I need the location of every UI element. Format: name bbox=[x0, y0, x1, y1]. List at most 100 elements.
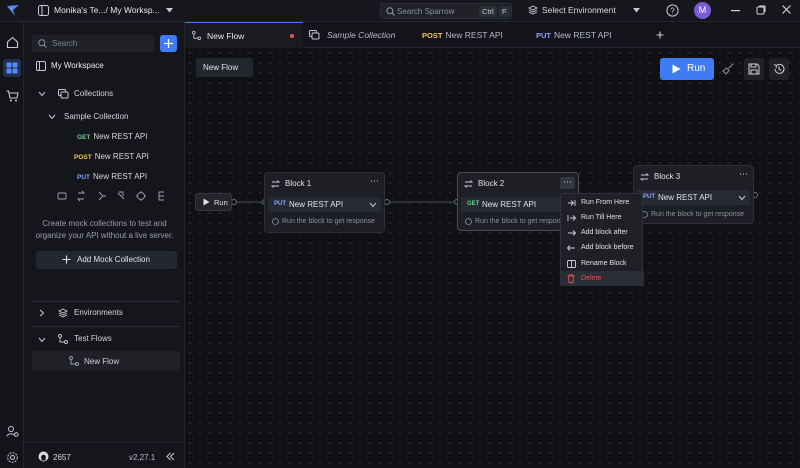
method-badge: POST bbox=[74, 154, 92, 161]
add-button[interactable] bbox=[160, 35, 177, 52]
sidebar: Search My Workspace Collections Sample C… bbox=[24, 22, 185, 468]
block-hint: Run the block to get response bbox=[282, 218, 376, 225]
tab-label: New REST API bbox=[554, 30, 612, 40]
request-item[interactable]: POST New REST API bbox=[74, 152, 149, 161]
chevron-down-icon bbox=[369, 202, 377, 208]
github-icon[interactable] bbox=[38, 451, 49, 462]
plus-icon bbox=[62, 255, 71, 264]
help-icon[interactable]: ? bbox=[666, 4, 679, 17]
maximize-icon[interactable] bbox=[756, 5, 766, 15]
home-icon[interactable] bbox=[3, 33, 21, 51]
collections-icon bbox=[58, 89, 69, 99]
test-flows-label[interactable]: Test Flows bbox=[74, 334, 112, 343]
block-title: Block 3 bbox=[654, 172, 681, 181]
minimize-icon[interactable] bbox=[731, 10, 740, 12]
method-badge: PUT bbox=[77, 174, 90, 181]
block-request-select[interactable]: GET New REST API bbox=[461, 197, 566, 212]
flow-icon bbox=[192, 31, 201, 40]
collapse-sidebar-icon[interactable] bbox=[166, 452, 175, 461]
chevron-down-icon[interactable] bbox=[38, 337, 46, 343]
github-stars: 2657 bbox=[53, 453, 71, 462]
block-request-name: New REST API bbox=[289, 200, 344, 209]
flow-block-1[interactable]: Block 1 ⋯ PUT New REST API Run the block… bbox=[264, 172, 385, 233]
flow-icon bbox=[69, 356, 79, 366]
play-icon bbox=[203, 198, 210, 206]
swap-icon bbox=[640, 173, 649, 181]
search-icon bbox=[386, 7, 395, 16]
menu-add-block-before[interactable]: Add block before bbox=[561, 240, 644, 255]
menu-run-from-here[interactable]: Run From Here bbox=[561, 195, 644, 210]
collections-icon bbox=[309, 30, 320, 40]
tab-put-request[interactable]: PUT New REST API bbox=[536, 22, 651, 48]
menu-add-block-after[interactable]: Add block after bbox=[561, 225, 644, 240]
tab-new-flow[interactable]: New Flow bbox=[185, 22, 303, 48]
rename-icon bbox=[561, 259, 581, 268]
method-badge: PUT bbox=[643, 194, 655, 200]
svg-text:?: ? bbox=[670, 6, 675, 15]
run-till-here-icon bbox=[561, 214, 581, 222]
shortcut-f: F bbox=[499, 6, 510, 17]
environment-dropdown-icon bbox=[633, 8, 640, 13]
chevron-down-icon[interactable] bbox=[48, 114, 56, 120]
close-window-icon[interactable] bbox=[782, 5, 791, 14]
tab-label: New Flow bbox=[207, 30, 245, 41]
workspace-switcher-icon bbox=[38, 5, 49, 16]
collections-label[interactable]: Collections bbox=[74, 89, 113, 98]
menu-rename-block[interactable]: Rename Block bbox=[561, 256, 644, 271]
request-name: New REST API bbox=[93, 172, 148, 181]
request-name: New REST API bbox=[94, 152, 149, 161]
team-settings-icon[interactable] bbox=[3, 422, 21, 440]
divider bbox=[24, 442, 185, 443]
block-title: Block 2 bbox=[478, 179, 505, 188]
new-tab-plus-icon[interactable] bbox=[656, 31, 664, 39]
block-context-menu: Run From Here Run Till Here Add block af… bbox=[560, 193, 644, 286]
user-avatar[interactable]: M bbox=[694, 2, 711, 19]
marketplace-cart-icon[interactable] bbox=[3, 87, 21, 105]
request-item[interactable]: PUT New REST API bbox=[77, 172, 147, 181]
plus-icon bbox=[164, 39, 173, 48]
sidebar-search-input[interactable]: Search bbox=[32, 35, 154, 52]
method-badge: PUT bbox=[274, 201, 286, 207]
collections-nav-icon[interactable] bbox=[3, 59, 21, 77]
workspace-dropdown-icon[interactable] bbox=[166, 8, 173, 13]
block-request-select[interactable]: PUT New REST API bbox=[637, 190, 750, 205]
divider bbox=[32, 326, 180, 327]
workspace-label[interactable]: My Workspace bbox=[51, 61, 104, 70]
request-item[interactable]: GET New REST API bbox=[77, 132, 147, 141]
method-badge: PUT bbox=[536, 30, 551, 40]
block-request-name: New REST API bbox=[658, 193, 713, 202]
tab-sample-collection[interactable]: Sample Collection bbox=[303, 22, 421, 48]
flow-canvas[interactable]: New Flow Run Run Block 1 ⋯ PUT New REST … bbox=[185, 48, 800, 468]
block-more-icon[interactable]: ⋯ bbox=[739, 169, 748, 180]
block-hint: Run the block to get response bbox=[651, 211, 745, 218]
menu-label: Add block before bbox=[581, 244, 634, 251]
method-badge: POST bbox=[422, 30, 443, 40]
add-mock-collection-button[interactable]: Add Mock Collection bbox=[36, 251, 177, 269]
block-more-icon[interactable]: ⋯ bbox=[370, 176, 379, 187]
environment-label: Select Environment bbox=[542, 5, 616, 15]
global-search[interactable]: Search Sparrow Ctrl F bbox=[380, 3, 512, 19]
settings-gear-icon[interactable] bbox=[3, 448, 21, 466]
chevron-down-icon[interactable] bbox=[38, 91, 46, 97]
block-hint: Run the block to get response bbox=[475, 218, 569, 225]
shortcut-ctrl: Ctrl bbox=[479, 6, 497, 17]
collection-sample[interactable]: Sample Collection bbox=[64, 112, 128, 121]
menu-delete[interactable]: Delete bbox=[561, 271, 644, 286]
tab-post-request[interactable]: POST New REST API bbox=[421, 22, 536, 48]
environment-select[interactable]: Select Environment bbox=[522, 3, 647, 19]
flow-block-3[interactable]: Block 3 ⋯ PUT New REST API Run the block… bbox=[633, 165, 754, 224]
test-flows-icon bbox=[58, 334, 68, 344]
flow-item-new-flow[interactable]: New Flow bbox=[32, 351, 180, 371]
top-bar: Monika's Te.../ My Worksp... Search Spar… bbox=[0, 0, 800, 22]
chevron-right-icon[interactable] bbox=[39, 309, 45, 317]
menu-label: Run Till Here bbox=[581, 214, 622, 221]
block-more-icon[interactable]: ⋯ bbox=[560, 177, 575, 189]
mock-info-line1: Create mock collections to test and bbox=[42, 219, 167, 228]
workspace-title[interactable]: Monika's Te.../ My Worksp... bbox=[54, 5, 160, 15]
start-run-node[interactable]: Run bbox=[195, 193, 232, 211]
block-request-select[interactable]: PUT New REST API bbox=[268, 197, 381, 212]
unsaved-dot bbox=[290, 34, 294, 38]
environments-label[interactable]: Environments bbox=[74, 308, 123, 317]
tab-bar: New Flow Sample Collection POST New REST… bbox=[185, 22, 800, 48]
menu-run-till-here[interactable]: Run Till Here bbox=[561, 210, 644, 225]
